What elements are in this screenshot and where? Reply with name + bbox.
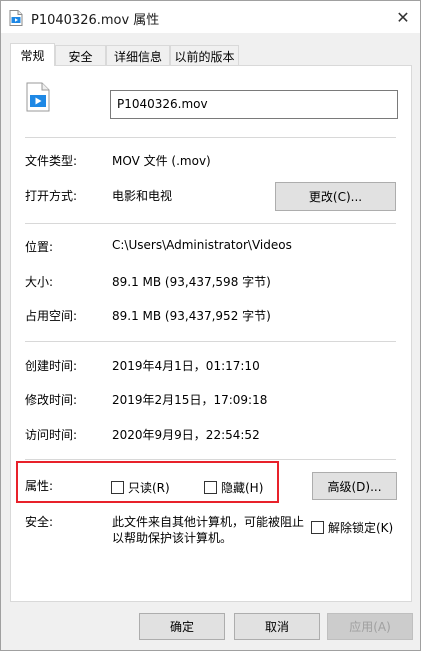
- location-value: C:\Users\Administrator\Videos: [112, 238, 292, 252]
- readonly-checkbox[interactable]: 只读(R): [111, 479, 170, 496]
- modified-label: 修改时间:: [25, 393, 78, 407]
- opens-with-value: 电影和电视: [112, 189, 173, 203]
- video-file-icon: [9, 10, 23, 26]
- checkbox-box[interactable]: [111, 481, 124, 494]
- close-icon: ✕: [396, 7, 410, 27]
- cancel-button[interactable]: 取消: [234, 613, 320, 640]
- checkbox-box[interactable]: [311, 521, 324, 534]
- apply-button[interactable]: 应用(A): [327, 613, 413, 640]
- tab-previous-versions[interactable]: 以前的版本: [170, 45, 239, 66]
- ok-button[interactable]: 确定: [139, 613, 225, 640]
- modified-value: 2019年2月15日，17:09:18: [112, 393, 268, 407]
- properties-window: P1040326.mov 属性 ✕ 常规 安全 详细信息 以前的版本 P1040…: [0, 0, 421, 651]
- change-button[interactable]: 更改(C)...: [275, 182, 396, 211]
- file-type-value: MOV 文件 (.mov): [112, 154, 211, 168]
- unblock-checkbox[interactable]: 解除锁定(K): [311, 519, 393, 536]
- security-label: 安全:: [25, 515, 54, 529]
- tab-strip: 常规 安全 详细信息 以前的版本: [10, 43, 412, 66]
- checkbox-box[interactable]: [204, 481, 217, 494]
- close-button[interactable]: ✕: [390, 5, 416, 29]
- accessed-value: 2020年9月9日，22:54:52: [112, 428, 260, 442]
- attributes-label: 属性:: [25, 479, 54, 493]
- size-value: 89.1 MB (93,437,598 字节): [112, 275, 271, 289]
- created-label: 创建时间:: [25, 359, 78, 373]
- video-file-icon: [26, 82, 50, 112]
- opens-with-label: 打开方式:: [25, 189, 78, 203]
- file-name-input[interactable]: P1040326.mov: [110, 90, 398, 119]
- hidden-checkbox[interactable]: 隐藏(H): [204, 479, 263, 496]
- location-label: 位置:: [25, 240, 54, 254]
- tab-details[interactable]: 详细信息: [106, 45, 170, 66]
- advanced-button[interactable]: 高级(D)...: [312, 472, 397, 500]
- size-on-disk-value: 89.1 MB (93,437,952 字节): [112, 309, 271, 323]
- readonly-label: 只读(R): [128, 481, 170, 495]
- separator: [25, 223, 396, 224]
- file-type-label: 文件类型:: [25, 154, 78, 168]
- security-message: 此文件来自其他计算机，可能被阻止 以帮助保护该计算机。: [112, 515, 305, 545]
- separator: [25, 341, 396, 342]
- size-label: 大小:: [25, 275, 54, 289]
- separator: [25, 137, 396, 138]
- hidden-label: 隐藏(H): [221, 481, 264, 495]
- created-value: 2019年4月1日，01:17:10: [112, 359, 260, 373]
- unblock-label: 解除锁定(K): [328, 521, 394, 535]
- window-title: P1040326.mov 属性: [31, 13, 160, 28]
- accessed-label: 访问时间:: [25, 428, 78, 442]
- tab-security[interactable]: 安全: [55, 45, 106, 66]
- title-bar[interactable]: P1040326.mov 属性 ✕: [1, 1, 420, 33]
- separator: [25, 459, 396, 460]
- size-on-disk-label: 占用空间:: [25, 309, 78, 323]
- tab-general[interactable]: 常规: [10, 43, 55, 66]
